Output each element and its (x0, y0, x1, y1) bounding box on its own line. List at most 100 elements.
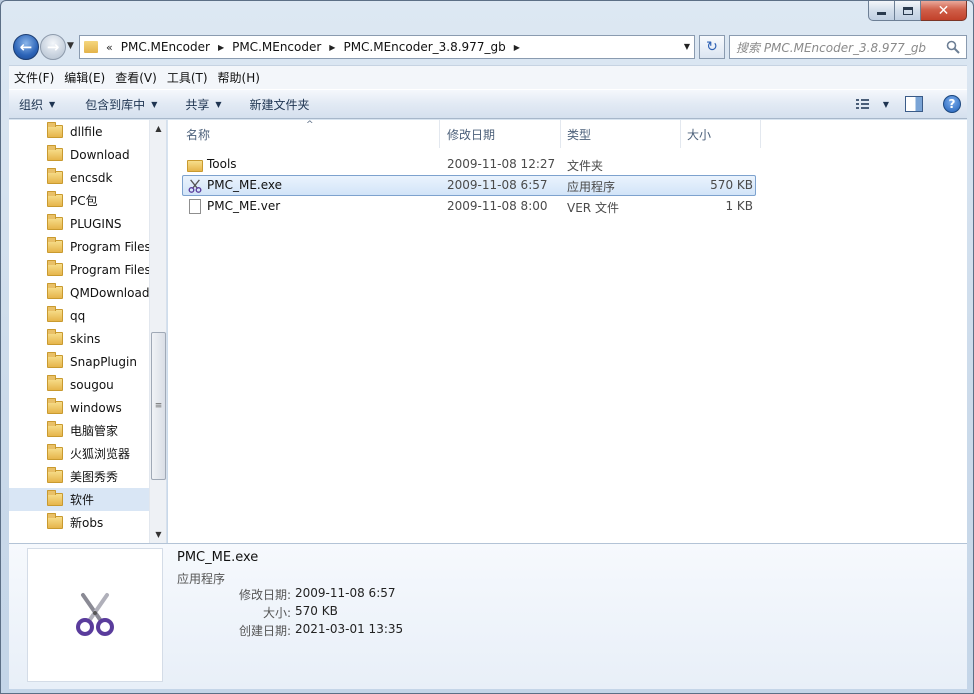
menu-edit[interactable]: 编辑(E) (59, 69, 110, 86)
scroll-down-button[interactable]: ▼ (150, 526, 166, 543)
command-bar-right: ▼ ? (855, 90, 967, 118)
column-name[interactable]: 名称 (180, 120, 440, 148)
nav-folder-item[interactable]: Download (9, 143, 149, 166)
file-row[interactable]: Tools 2009-11-08 12:27 文件夹 (182, 154, 756, 175)
search-input[interactable]: 搜索 PMC.MEncoder_3.8.977_gb (729, 35, 967, 59)
folder-icon (47, 260, 63, 276)
breadcrumb-item[interactable]: PMC.MEncoder (226, 40, 327, 54)
details-modified-label: 修改日期: (238, 588, 291, 602)
folder-icon (47, 375, 63, 391)
file-size: 1 KB (725, 199, 753, 213)
nav-folder-item[interactable]: 美图秀秀 (9, 465, 149, 488)
address-bar[interactable]: « PMC.MEncoder ▶ PMC.MEncoder ▶ PMC.MEnc… (79, 35, 695, 59)
nav-folder-label: qq (70, 308, 86, 323)
column-size[interactable]: 大小 (681, 120, 761, 148)
nav-folder-item[interactable]: 火狐浏览器 (9, 442, 149, 465)
file-row[interactable]: PMC_ME.ver 2009-11-08 8:00 VER 文件 1 KB (182, 196, 756, 217)
share-button[interactable]: 共享 ▼ (175, 90, 231, 118)
close-icon: ✕ (937, 2, 950, 19)
menu-view[interactable]: 查看(V) (110, 69, 162, 86)
new-folder-label: 新建文件夹 (249, 97, 310, 112)
minimize-icon (877, 12, 886, 15)
nav-folder-label: 火狐浏览器 (70, 447, 131, 461)
folder-icon (47, 421, 63, 437)
forward-button[interactable]: → (40, 34, 66, 60)
preview-pane-icon[interactable] (905, 96, 923, 112)
nav-folder-item[interactable]: PLUGINS (9, 212, 149, 235)
file-name: Tools (207, 157, 237, 171)
nav-folder-item-selected[interactable]: 软件 (9, 488, 149, 511)
maximize-button[interactable] (895, 1, 921, 21)
search-icon[interactable] (946, 40, 960, 54)
include-library-label: 包含到库中 (85, 97, 146, 112)
details-created-value: 2021-03-01 13:35 (295, 622, 404, 636)
column-header: ^ 名称 修改日期 类型 大小 (168, 120, 768, 148)
breadcrumb-item[interactable]: PMC.MEncoder_3.8.977_gb (337, 40, 511, 54)
nav-folder-item[interactable]: Program Files (9, 235, 149, 258)
nav-folder-label: 新obs (70, 516, 104, 530)
folder-icon (47, 283, 63, 299)
folder-icon (47, 398, 63, 414)
details-file-name: PMC_ME.exe (177, 550, 259, 565)
help-glyph: ? (948, 97, 956, 111)
scissors-icon (188, 179, 202, 193)
help-icon[interactable]: ? (943, 95, 961, 113)
nav-folder-label: 美图秀秀 (70, 470, 119, 484)
nav-folder-item[interactable]: sougou (9, 373, 149, 396)
refresh-button[interactable]: ↻ (699, 35, 725, 59)
file-type: 文件夹 (567, 159, 604, 173)
title-bar[interactable]: ✕ (1, 1, 973, 31)
nav-folder-item[interactable]: dllfile (9, 120, 149, 143)
view-options-dropdown-icon[interactable]: ▼ (883, 100, 889, 109)
details-created-label: 创建日期: (238, 624, 291, 638)
forward-arrow-icon: → (46, 38, 60, 56)
new-folder-button[interactable]: 新建文件夹 (240, 90, 320, 118)
organize-button[interactable]: 组织 ▼ (9, 90, 65, 118)
breadcrumb: PMC.MEncoder ▶ PMC.MEncoder ▶ PMC.MEncod… (115, 40, 522, 54)
nav-folder-item[interactable]: skins (9, 327, 149, 350)
nav-folder-label: QMDownload (70, 285, 149, 300)
nav-folder-item[interactable]: PC包 (9, 189, 149, 212)
column-name-label: 名称 (186, 127, 211, 142)
share-label: 共享 (185, 97, 210, 112)
menu-help[interactable]: 帮助(H) (213, 69, 265, 86)
column-modified-label: 修改日期 (447, 127, 496, 142)
breadcrumb-chevron-icon[interactable]: ▶ (216, 43, 226, 52)
column-size-label: 大小 (687, 127, 712, 142)
breadcrumb-chevron-icon[interactable]: ▶ (327, 43, 337, 52)
menu-tools[interactable]: 工具(T) (162, 69, 213, 86)
nav-scrollbar[interactable]: ▲ ≡ ▼ (149, 120, 166, 543)
scissors-icon (76, 593, 114, 636)
nav-folder-item[interactable]: qq (9, 304, 149, 327)
nav-folder-item[interactable]: QMDownload (9, 281, 149, 304)
column-modified[interactable]: 修改日期 (441, 120, 561, 148)
scroll-up-button[interactable]: ▲ (150, 120, 166, 137)
change-view-icon[interactable] (855, 96, 879, 112)
recent-pages-dropdown[interactable]: ▼ (67, 41, 74, 51)
file-row-selected[interactable]: PMC_ME.exe 2009-11-08 6:57 应用程序 570 KB (182, 175, 756, 196)
nav-folder-label: Program Files (70, 239, 149, 254)
nav-folder-item[interactable]: windows (9, 396, 149, 419)
close-button[interactable]: ✕ (921, 1, 967, 21)
column-type[interactable]: 类型 (561, 120, 681, 148)
details-modified-value: 2009-11-08 6:57 (295, 586, 396, 600)
scroll-thumb[interactable]: ≡ (151, 332, 166, 480)
nav-folder-item[interactable]: 电脑管家 (9, 419, 149, 442)
breadcrumb-overflow[interactable]: « (104, 41, 115, 54)
back-button[interactable]: ← (13, 34, 39, 60)
nav-folder-item[interactable]: 新obs (9, 511, 149, 534)
nav-folder-item[interactable]: encsdk (9, 166, 149, 189)
file-modified: 2009-11-08 6:57 (447, 178, 548, 192)
menu-file[interactable]: 文件(F) (9, 69, 59, 86)
include-in-library-button[interactable]: 包含到库中 ▼ (75, 90, 167, 118)
folder-icon (47, 329, 63, 345)
breadcrumb-chevron-icon[interactable]: ▶ (512, 43, 522, 52)
breadcrumb-item[interactable]: PMC.MEncoder (115, 40, 216, 54)
nav-folder-item[interactable]: SnapPlugin (9, 350, 149, 373)
file-modified: 2009-11-08 8:00 (447, 199, 548, 213)
minimize-button[interactable] (868, 1, 895, 21)
folder-icon (187, 160, 203, 172)
chevron-down-icon: ▼ (151, 99, 158, 109)
nav-folder-item[interactable]: Program Files (9, 258, 149, 281)
address-dropdown-icon[interactable]: ▼ (684, 42, 690, 51)
